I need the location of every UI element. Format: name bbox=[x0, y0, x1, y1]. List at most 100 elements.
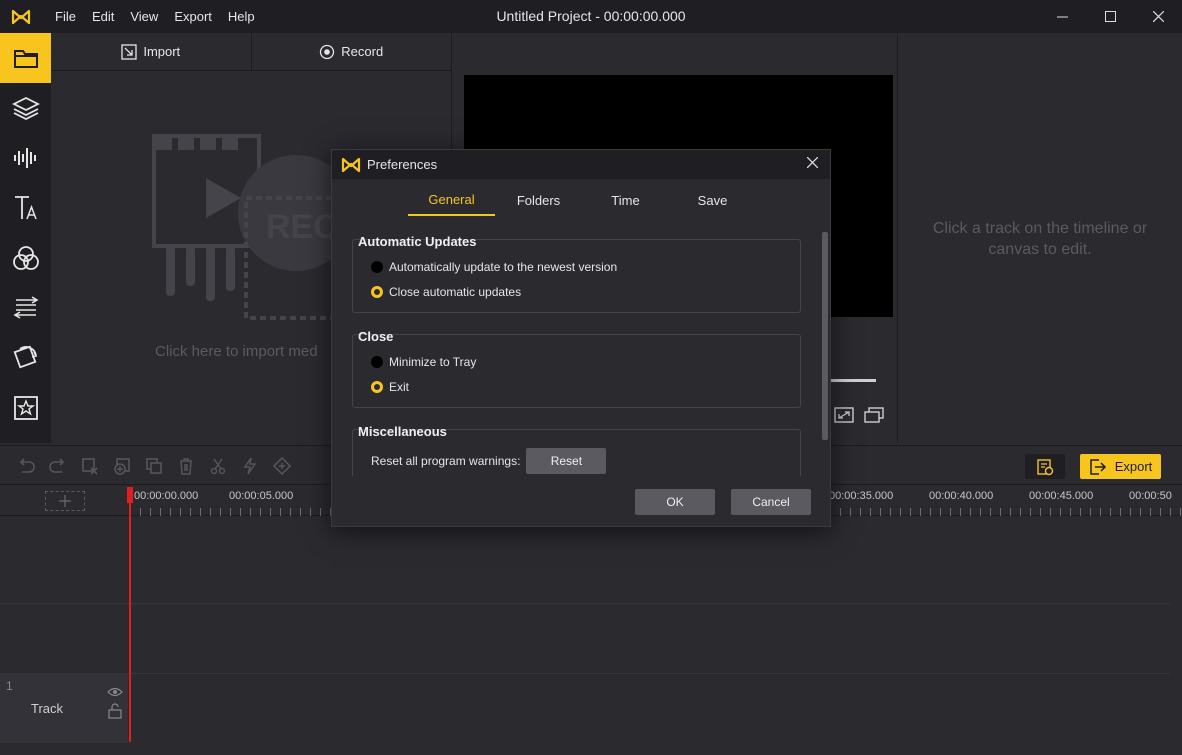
menu-file[interactable]: File bbox=[55, 9, 76, 24]
close-updates-option[interactable]: Close automatic updates bbox=[371, 285, 521, 299]
preview-progress-bar[interactable] bbox=[828, 379, 876, 382]
dialog-close-button[interactable] bbox=[806, 155, 819, 173]
sidebar-item-elements[interactable] bbox=[0, 383, 51, 433]
elements-icon bbox=[13, 396, 38, 420]
track-name: Track bbox=[31, 701, 64, 716]
plus-icon bbox=[59, 495, 71, 507]
preview-controls bbox=[834, 407, 884, 423]
reset-button[interactable]: Reset bbox=[526, 448, 607, 474]
record-button[interactable]: Record bbox=[250, 33, 452, 70]
close-group-title: Close bbox=[358, 329, 394, 344]
project-settings-button[interactable] bbox=[1025, 454, 1065, 479]
sidebar-item-media[interactable] bbox=[0, 33, 51, 83]
preferences-dialog: Preferences General Folders Time Save Au… bbox=[331, 149, 831, 527]
tool-sidebar bbox=[0, 33, 51, 443]
track-number: 1 bbox=[6, 679, 13, 693]
sidebar-item-text[interactable] bbox=[0, 183, 51, 233]
marker-icon[interactable] bbox=[272, 456, 292, 476]
dialog-header: Preferences bbox=[332, 150, 830, 179]
timeline-tracks[interactable] bbox=[0, 516, 1182, 755]
minimize-button[interactable] bbox=[1038, 0, 1086, 33]
close-group bbox=[352, 334, 801, 408]
dialog-footer: OK Cancel bbox=[332, 478, 830, 526]
import-icon bbox=[121, 43, 137, 60]
title-bar: File Edit View Export Help Untitled Proj… bbox=[0, 0, 1182, 33]
minimize-tray-option[interactable]: Minimize to Tray bbox=[371, 355, 476, 369]
properties-hint-line2: canvas to edit. bbox=[988, 241, 1092, 258]
track-header[interactable]: 1 Track bbox=[0, 673, 128, 743]
menu-export[interactable]: Export bbox=[174, 9, 212, 24]
dialog-scrollbar[interactable] bbox=[820, 226, 830, 476]
close-updates-label: Close automatic updates bbox=[389, 285, 522, 299]
playhead-handle[interactable] bbox=[127, 487, 133, 503]
exit-radio[interactable] bbox=[371, 381, 383, 393]
minimize-tray-radio[interactable] bbox=[371, 356, 383, 368]
sidebar-item-overlays[interactable] bbox=[0, 333, 51, 383]
import-button[interactable]: Import bbox=[51, 33, 251, 70]
copy-icon[interactable] bbox=[144, 456, 164, 476]
fullscreen-icon[interactable] bbox=[864, 407, 884, 423]
tab-time[interactable]: Time bbox=[582, 184, 669, 216]
scroll-thumb[interactable] bbox=[822, 232, 828, 440]
close-icon bbox=[806, 156, 819, 169]
auto-update-radio[interactable] bbox=[371, 261, 383, 273]
redo-icon[interactable] bbox=[48, 456, 68, 476]
speed-icon[interactable] bbox=[240, 456, 260, 476]
menu-view[interactable]: View bbox=[130, 9, 158, 24]
track-controls bbox=[107, 687, 123, 719]
menu-bar: File Edit View Export Help bbox=[55, 9, 271, 24]
delete-icon[interactable] bbox=[176, 456, 196, 476]
track-row[interactable] bbox=[0, 516, 1170, 604]
lock-icon[interactable] bbox=[107, 703, 123, 719]
app-logo-icon bbox=[341, 157, 361, 172]
tab-general[interactable]: General bbox=[408, 184, 495, 216]
export-button[interactable]: Export bbox=[1080, 454, 1161, 479]
split-icon[interactable] bbox=[208, 456, 228, 476]
menu-edit[interactable]: Edit bbox=[92, 9, 114, 24]
sidebar-item-filters[interactable] bbox=[0, 233, 51, 283]
layers-icon bbox=[11, 96, 40, 121]
playhead[interactable] bbox=[129, 487, 131, 742]
import-media-illustration[interactable]: REC bbox=[146, 128, 346, 328]
import-media-hint[interactable]: Click here to import med bbox=[155, 343, 318, 360]
text-icon bbox=[14, 196, 37, 220]
transitions-icon bbox=[12, 296, 39, 319]
maximize-icon bbox=[1104, 11, 1116, 22]
eye-icon[interactable] bbox=[107, 687, 123, 697]
export-label: Export bbox=[1114, 459, 1153, 474]
add-clip-icon[interactable] bbox=[112, 456, 132, 476]
add-track-button[interactable] bbox=[45, 491, 85, 511]
overlay-icon bbox=[13, 345, 37, 369]
record-icon bbox=[320, 44, 335, 59]
audio-wave-icon bbox=[13, 148, 36, 168]
close-updates-radio[interactable] bbox=[371, 286, 383, 298]
auto-update-option[interactable]: Automatically update to the newest versi… bbox=[371, 260, 617, 274]
reset-warnings-label: Reset all program warnings: bbox=[371, 454, 521, 468]
cut-clip-icon[interactable] bbox=[80, 456, 100, 476]
menu-help[interactable]: Help bbox=[228, 9, 255, 24]
undo-icon[interactable] bbox=[16, 456, 36, 476]
crop-resize-icon[interactable] bbox=[834, 407, 854, 423]
sidebar-item-audio[interactable] bbox=[0, 133, 51, 183]
time-label: 00:00:35.000 bbox=[829, 490, 894, 502]
sidebar-item-transitions[interactable] bbox=[0, 283, 51, 333]
window-controls bbox=[1038, 0, 1182, 33]
exit-option[interactable]: Exit bbox=[371, 380, 409, 394]
export-icon bbox=[1089, 458, 1106, 475]
updates-group bbox=[352, 239, 801, 313]
import-label: Import bbox=[143, 44, 181, 59]
minimize-icon bbox=[1056, 16, 1068, 18]
minimize-tray-label: Minimize to Tray bbox=[389, 355, 477, 369]
tab-save[interactable]: Save bbox=[669, 184, 756, 216]
dialog-body: Automatic Updates Automatically update t… bbox=[332, 218, 830, 476]
track-row[interactable] bbox=[0, 604, 1170, 674]
properties-hint-line1: Click a track on the timeline or bbox=[932, 220, 1148, 237]
app-window: File Edit View Export Help Untitled Proj… bbox=[0, 0, 1182, 755]
close-window-button[interactable] bbox=[1134, 0, 1182, 33]
media-toolbar: Import Record bbox=[51, 33, 451, 71]
cancel-button[interactable]: Cancel bbox=[731, 489, 811, 515]
tab-folders[interactable]: Folders bbox=[495, 184, 582, 216]
ok-button[interactable]: OK bbox=[635, 489, 715, 515]
maximize-button[interactable] bbox=[1086, 0, 1134, 33]
sidebar-item-layers[interactable] bbox=[0, 83, 51, 133]
